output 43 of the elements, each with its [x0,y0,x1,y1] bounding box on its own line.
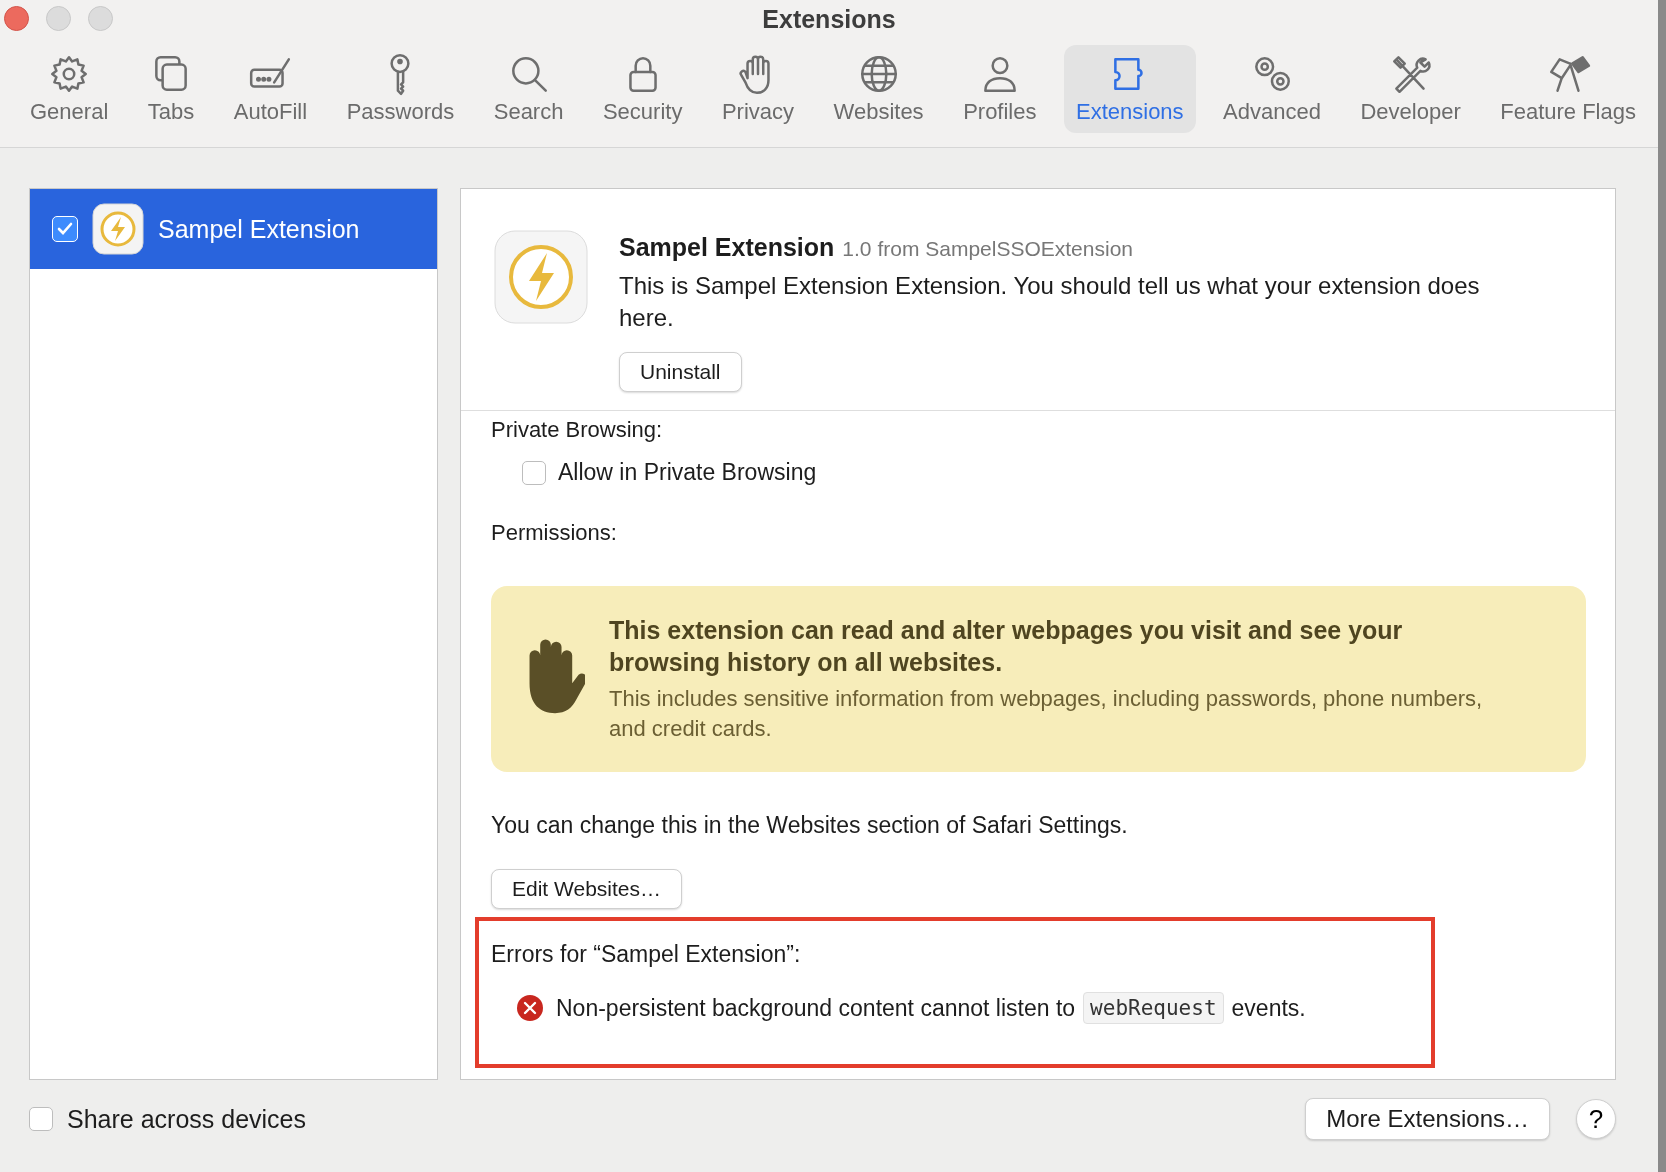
errors-heading: Errors for “Sampel Extension”: [491,941,802,968]
toolbar-tab[interactable]: Websites [821,45,936,133]
lightning-app-icon [493,229,589,325]
settings-note: You can change this in the Websites section of Safari Settings. [491,812,1128,839]
extension-description: This is Sampel Extension Extension. You should tell us what your extension does here. [619,271,1481,333]
close-button[interactable] [4,6,29,31]
window-title: Extensions [762,4,896,34]
error-icon [516,994,544,1022]
zoom-button[interactable] [88,6,113,31]
toolbar-tab[interactable]: Feature Flags [1488,45,1648,133]
edit-websites-button[interactable]: Edit Websites… [491,869,682,909]
extension-name: Sampel Extension [158,214,360,244]
toolbar-tab[interactable]: Search [481,45,576,133]
uninstall-button[interactable]: Uninstall [619,352,742,392]
checkbox-label: Allow in Private Browsing [558,459,817,486]
error-message: events. [1231,994,1306,1022]
toolbar-tab[interactable]: Tabs [135,45,207,133]
toolbar-tab[interactable]: Profiles [951,45,1049,133]
toolbar-tab[interactable]: General [18,45,121,133]
enable-checkbox[interactable] [52,216,78,242]
warning-title: This extension can read and alter webpages you visit and see your browsing history on all websites. [609,615,1404,678]
section-heading: Permissions: [491,520,617,546]
share-checkbox[interactable] [29,1107,53,1131]
extension-title: Sampel Extension [619,233,835,262]
warning-description: This includes sensitive information from webpages, including passwords, phone numbers, and credit cards. [609,685,1484,743]
version-label: 1.0 from SampelSSOExtension [842,237,1133,261]
toolbar-tab[interactable]: Security [590,45,695,133]
minimize-button[interactable] [46,6,71,31]
more-extensions-button[interactable]: More Extensions… [1305,1098,1550,1140]
toolbar-tab[interactable]: Privacy [709,45,807,133]
section-heading: Private Browsing: [491,417,663,443]
extension-list-item[interactable]: Sampel Extension [30,189,437,269]
error-message: Non-persistent background content cannot listen to [556,994,1076,1022]
toolbar-tab[interactable]: Passwords [334,45,467,133]
code-snippet: webRequest [1083,992,1224,1024]
toolbar-tab[interactable]: AutoFill [221,45,320,133]
lightning-app-icon [92,203,144,255]
toolbar-tab[interactable]: Advanced [1211,45,1333,133]
private-browsing-checkbox[interactable] [522,460,546,485]
checkbox-label: Share across devices [67,1104,306,1134]
toolbar-tab[interactable]: Extensions [1064,45,1196,133]
help-button[interactable]: ? [1576,1099,1616,1139]
toolbar-tab[interactable]: Developer [1348,45,1473,133]
